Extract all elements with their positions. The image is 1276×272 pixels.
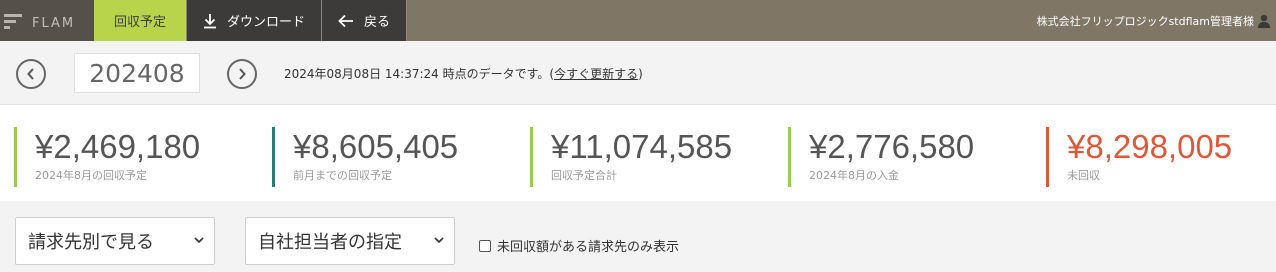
filter-bar: 請求先別で見る 自社担当者の指定 未回収額がある請求先のみ表示 — [0, 201, 1276, 272]
download-icon — [203, 13, 217, 29]
stat-uncollected: ¥8,298,005 未回収 — [1046, 127, 1232, 187]
checkbox-box[interactable] — [479, 239, 491, 252]
logo-text: FLAM — [32, 16, 76, 31]
stat-label: 回収予定合計 — [551, 169, 617, 182]
back-button[interactable]: 戻る — [322, 0, 408, 41]
stat-label: 2024年8月の回収予定 — [35, 169, 147, 182]
stat-month-scheduled: ¥2,469,180 2024年8月の回収予定 — [14, 127, 200, 187]
chevron-left-icon — [26, 68, 36, 80]
logo-mark-icon — [4, 12, 26, 30]
staff-select[interactable]: 自社担当者の指定 — [245, 217, 455, 265]
stat-month-received: ¥2,776,580 2024年8月の入金 — [788, 127, 974, 187]
user-menu[interactable]: 株式会社フリップロジックstdflam管理者様 — [1037, 0, 1276, 41]
period-navigation: 202408 2024年08月08日 14:37:24 時点のデータです。(今す… — [0, 41, 1276, 105]
refresh-now-link[interactable]: 今すぐ更新する — [554, 67, 638, 81]
stat-value: ¥8,298,005 — [1067, 128, 1233, 165]
download-label: ダウンロード — [227, 15, 306, 30]
timestamp-text: 2024年08月08日 14:37:24 時点のデータです。( — [284, 67, 555, 81]
logo[interactable]: FLAM — [0, 0, 94, 41]
stat-prior-scheduled: ¥8,605,405 前月までの回収予定 — [272, 127, 458, 187]
previous-period-button[interactable] — [16, 59, 46, 89]
download-button[interactable]: ダウンロード — [187, 0, 323, 41]
unpaid-only-label: 未回収額がある請求先のみ表示 — [497, 240, 680, 255]
staff-select-value: 自社担当者の指定 — [258, 232, 402, 253]
back-label: 戻る — [364, 15, 391, 30]
summary-stats: ¥2,469,180 2024年8月の回収予定 ¥8,605,405 前月までの… — [0, 105, 1276, 201]
view-by-value: 請求先別で見る — [28, 232, 154, 253]
stat-value: ¥11,074,585 — [551, 128, 733, 165]
stat-value: ¥8,605,405 — [293, 128, 459, 165]
unpaid-only-checkbox[interactable]: 未回収額がある請求先のみ表示 — [479, 236, 679, 255]
stat-scheduled-total: ¥11,074,585 回収予定合計 — [530, 127, 732, 187]
chevron-down-icon — [434, 236, 444, 244]
user-name: 株式会社フリップロジックstdflam管理者様 — [1036, 14, 1254, 28]
stat-value: ¥2,469,180 — [35, 128, 201, 165]
period-display: 202408 — [74, 53, 200, 93]
timestamp-close: ) — [638, 67, 643, 81]
stat-label: 未回収 — [1067, 169, 1100, 182]
view-by-select[interactable]: 請求先別で見る — [15, 217, 215, 265]
data-timestamp: 2024年08月08日 14:37:24 時点のデータです。(今すぐ更新する) — [284, 65, 643, 82]
stat-label: 前月までの回収予定 — [293, 169, 392, 182]
user-icon — [1258, 14, 1270, 28]
chevron-down-icon — [194, 236, 204, 244]
arrow-left-icon — [338, 14, 354, 28]
stat-label: 2024年8月の入金 — [809, 169, 899, 182]
tab-collection-schedule[interactable]: 回収予定 — [94, 0, 188, 41]
top-nav-bar: FLAM 回収予定 ダウンロード 戻る 株式会社フリップロジックstdflam管… — [0, 0, 1276, 41]
tab-label: 回収予定 — [114, 15, 167, 30]
next-period-button[interactable] — [227, 59, 257, 89]
chevron-right-icon — [237, 68, 247, 80]
stat-value: ¥2,776,580 — [809, 128, 975, 165]
